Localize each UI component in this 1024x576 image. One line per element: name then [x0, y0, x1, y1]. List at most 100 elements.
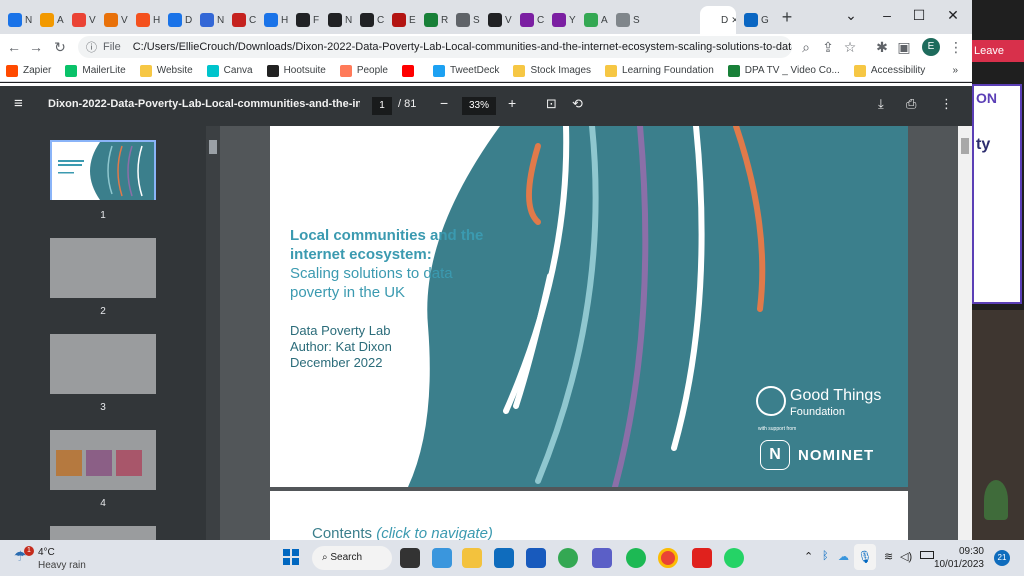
browser-tab[interactable]: S: [452, 6, 485, 34]
browser-tab[interactable]: C: [356, 6, 389, 34]
bookmark-item[interactable]: Accessibility: [853, 64, 925, 77]
bookmark-item[interactable]: DPA TV _ Video Co...: [727, 64, 840, 77]
address-bar[interactable]: ⓘ File C:/Users/EllieCrouch/Downloads/Di…: [78, 36, 792, 58]
thumbnail-page-2[interactable]: [50, 238, 156, 298]
thumbnail-page-5[interactable]: [50, 526, 156, 540]
onedrive-icon[interactable]: ☁: [838, 550, 849, 563]
teams-icon[interactable]: [592, 548, 612, 568]
info-icon[interactable]: ⓘ: [86, 39, 97, 55]
share-icon[interactable]: ⇪: [818, 37, 838, 57]
zoom-out-button[interactable]: −: [440, 95, 448, 111]
leave-button[interactable]: Leave: [972, 40, 1024, 62]
file-explorer-icon[interactable]: [462, 548, 482, 568]
new-tab-button[interactable]: +: [776, 6, 798, 30]
word-icon[interactable]: [526, 548, 546, 568]
browser-tab[interactable]: A: [36, 6, 69, 34]
minimize-button[interactable]: –: [872, 4, 902, 26]
tab-favicon-icon: [488, 13, 502, 27]
browser-tab[interactable]: E: [388, 6, 421, 34]
browser-tab[interactable]: C: [228, 6, 261, 34]
browser-tab[interactable]: Y: [548, 6, 581, 34]
forward-icon[interactable]: →: [26, 37, 46, 57]
browser-tab[interactable]: S: [612, 6, 645, 34]
extensions-icon[interactable]: ✱: [872, 37, 892, 57]
browser-tab[interactable]: V: [68, 6, 101, 34]
acrobat-icon[interactable]: [692, 548, 712, 568]
page-number-input[interactable]: 1: [372, 97, 392, 115]
bookmark-item[interactable]: Zapier: [6, 64, 51, 77]
sidebar-toggle-icon[interactable]: ≡: [14, 95, 23, 112]
zoom-icon[interactable]: ⌕: [796, 37, 816, 57]
whatsapp-icon[interactable]: [724, 548, 744, 568]
browser-tab[interactable]: V: [100, 6, 133, 34]
close-window-button[interactable]: ✕: [938, 4, 968, 26]
menu-icon[interactable]: ⋮: [946, 37, 966, 57]
url-text: C:/Users/EllieCrouch/Downloads/Dixon-202…: [132, 41, 792, 53]
contents-link[interactable]: (click to navigate): [376, 525, 493, 540]
chrome-profile-icon[interactable]: [658, 548, 678, 568]
close-tab-icon[interactable]: ✕: [731, 15, 736, 26]
browser-tab[interactable]: A: [580, 6, 613, 34]
bookmarks-overflow-icon[interactable]: »: [952, 65, 958, 76]
bookmark-item[interactable]: Website: [139, 64, 193, 77]
bluetooth-icon[interactable]: ᛒ: [822, 550, 829, 562]
battery-icon[interactable]: [920, 551, 934, 559]
profile-avatar[interactable]: E: [922, 38, 940, 56]
bookmark-item[interactable]: Canva: [206, 64, 253, 77]
bookmark-star-icon[interactable]: ☆: [840, 37, 860, 57]
clock-date[interactable]: 10/01/2023: [928, 559, 984, 570]
bookmark-item[interactable]: MailerLite: [65, 64, 126, 77]
search-icon[interactable]: ⌕: [322, 552, 328, 563]
tab-label: Y: [569, 14, 576, 26]
download-icon[interactable]: ⤓: [878, 96, 884, 112]
tab-search-icon[interactable]: ⌄: [836, 4, 866, 26]
thumbnail-page-1[interactable]: [50, 140, 156, 200]
browser-tab[interactable]: G: [740, 6, 773, 34]
browser-tab[interactable]: D ✕: [700, 6, 736, 34]
side-panel-icon[interactable]: ▣: [894, 37, 914, 57]
browser-tab[interactable]: R: [420, 6, 453, 34]
browser-tab[interactable]: F: [292, 6, 325, 34]
bookmark-item[interactable]: TweetDeck: [432, 64, 499, 77]
volume-icon[interactable]: ◁): [900, 550, 912, 563]
notification-badge[interactable]: 21: [994, 550, 1010, 566]
weather-badge: 1: [24, 546, 34, 556]
start-icon[interactable]: [283, 549, 299, 565]
main-scrollbar[interactable]: [958, 126, 972, 540]
thumbnail-page-4[interactable]: [50, 430, 156, 490]
outlook-icon[interactable]: [494, 548, 514, 568]
microphone-icon[interactable]: 🎙: [854, 544, 876, 570]
browser-tab[interactable]: C: [516, 6, 549, 34]
more-options-icon[interactable]: ⋮: [940, 96, 953, 112]
browser-tab[interactable]: N: [4, 6, 37, 34]
browser-tab[interactable]: H: [132, 6, 165, 34]
browser-tab[interactable]: V: [484, 6, 517, 34]
chrome-icon[interactable]: [558, 548, 578, 568]
browser-tab[interactable]: N: [324, 6, 357, 34]
thumbnail-page-3[interactable]: [50, 334, 156, 394]
bookmark-item[interactable]: [401, 64, 419, 77]
maximize-button[interactable]: ☐: [904, 4, 934, 26]
wifi-icon[interactable]: ≋: [884, 550, 893, 563]
tray-chevron-icon[interactable]: ⌃: [804, 550, 813, 563]
fit-page-icon[interactable]: ⊡: [546, 96, 557, 112]
zoom-in-button[interactable]: +: [508, 95, 516, 111]
rotate-icon[interactable]: ⟲: [572, 96, 583, 112]
bookmark-item[interactable]: Stock Images: [513, 64, 591, 77]
bookmark-item[interactable]: Learning Foundation: [605, 64, 714, 77]
bookmark-item[interactable]: Hootsuite: [266, 64, 326, 77]
widgets-icon[interactable]: [432, 548, 452, 568]
browser-tab[interactable]: N: [196, 6, 229, 34]
zoom-level-input[interactable]: 33%: [462, 97, 496, 115]
browser-tab[interactable]: H: [260, 6, 293, 34]
reload-icon[interactable]: ↻: [50, 37, 70, 57]
print-icon[interactable]: ⎙: [906, 96, 916, 112]
sidebar-scrollbar[interactable]: [206, 126, 220, 540]
search-label[interactable]: Search: [330, 552, 362, 563]
browser-tab[interactable]: D: [164, 6, 197, 34]
clock-time[interactable]: 09:30: [944, 546, 984, 557]
spotify-icon[interactable]: [626, 548, 646, 568]
task-view-icon[interactable]: [400, 548, 420, 568]
bookmark-item[interactable]: People: [339, 64, 388, 77]
back-icon[interactable]: ←: [4, 37, 24, 57]
